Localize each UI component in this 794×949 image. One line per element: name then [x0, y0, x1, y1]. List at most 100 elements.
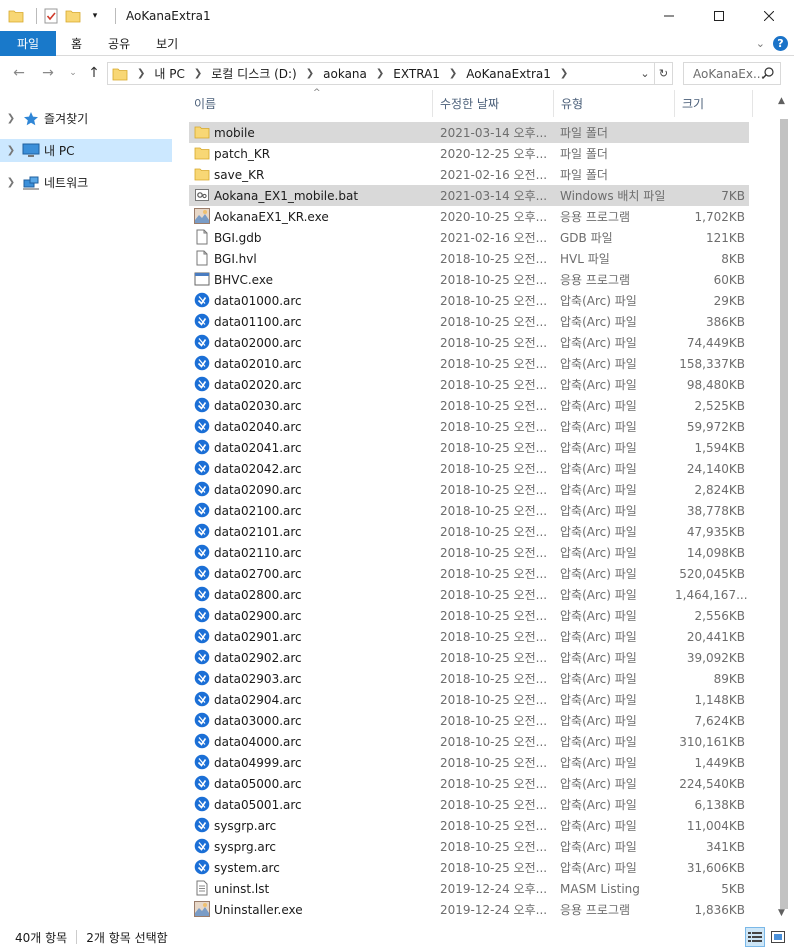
folder-row[interactable]: mobile 2021-03-14 오후... 파일 폴더 [189, 122, 749, 143]
back-arrow-icon[interactable]: ← [8, 62, 30, 84]
minimize-button[interactable] [644, 0, 694, 31]
details-view-icon[interactable] [745, 927, 765, 947]
breadcrumb-aokana[interactable]: aokana [323, 67, 367, 81]
star-icon [22, 111, 40, 127]
file-row[interactable]: data02900.arc 2018-10-25 오전... 압축(Arc) 파일 2… [189, 605, 749, 626]
file-row[interactable]: AokanaEX1_KR.exe 2020-10-25 오후... 응용 프로그램 1… [189, 206, 749, 227]
expand-ribbon-icon[interactable]: ⌄ [756, 37, 765, 50]
chevron-right-icon[interactable]: ❯ [449, 68, 457, 79]
file-type: 압축(Arc) 파일 [560, 462, 637, 476]
folder-row[interactable]: save_KR 2021-02-16 오전... 파일 폴더 [189, 164, 749, 185]
column-header-date[interactable]: 수정한 날짜 [433, 90, 554, 117]
breadcrumb-current[interactable]: AoKanaExtra1 [466, 67, 551, 81]
file-row[interactable]: sysprg.arc 2018-10-25 오전... 압축(Arc) 파일 341K… [189, 836, 749, 857]
file-row[interactable]: data04000.arc 2018-10-25 오전... 압축(Arc) 파일 3… [189, 731, 749, 752]
file-date: 2018-10-25 오전... [440, 735, 548, 749]
file-row[interactable]: data02700.arc 2018-10-25 오전... 압축(Arc) 파일 5… [189, 563, 749, 584]
file-row[interactable]: data02100.arc 2018-10-25 오전... 압축(Arc) 파일 3… [189, 500, 749, 521]
folder-row[interactable]: patch_KR 2020-12-25 오후... 파일 폴더 [189, 143, 749, 164]
column-header-name[interactable]: 이름 ^ [187, 88, 433, 117]
file-type: 응용 프로그램 [560, 903, 631, 917]
properties-check-icon[interactable] [43, 8, 59, 24]
file-row[interactable]: system.arc 2018-10-25 오전... 압축(Arc) 파일 31,6… [189, 857, 749, 878]
file-row[interactable]: Uninstaller.exe 2019-12-24 오후... 응용 프로그램 1,… [189, 899, 749, 920]
large-icons-view-icon[interactable] [768, 927, 788, 947]
file-row[interactable]: data02110.arc 2018-10-25 오전... 압축(Arc) 파일 1… [189, 542, 749, 563]
file-row[interactable]: BHVC.exe 2018-10-25 오전... 응용 프로그램 60KB [189, 269, 749, 290]
file-row[interactable]: data02902.arc 2018-10-25 오전... 압축(Arc) 파일 3… [189, 647, 749, 668]
file-row[interactable]: BGI.hvl 2018-10-25 오전... HVL 파일 8KB [189, 248, 749, 269]
scroll-thumb[interactable] [780, 119, 788, 909]
file-row[interactable]: data02020.arc 2018-10-25 오전... 압축(Arc) 파일 9… [189, 374, 749, 395]
file-row[interactable]: Aokana_EX1_mobile.bat 2021-03-14 오후... Win… [189, 185, 749, 206]
nav-item-network[interactable]: ❯ 네트워크 [0, 171, 172, 194]
file-row[interactable]: data02000.arc 2018-10-25 오전... 압축(Arc) 파일 7… [189, 332, 749, 353]
chevron-right-icon[interactable]: ❯ [194, 68, 202, 79]
vertical-scrollbar[interactable]: ▲ ▼ [775, 90, 792, 922]
divider [36, 7, 37, 24]
breadcrumb-extra1[interactable]: EXTRA1 [393, 67, 440, 81]
file-row[interactable]: data02101.arc 2018-10-25 오전... 압축(Arc) 파일 4… [189, 521, 749, 542]
file-row[interactable]: data05000.arc 2018-10-25 오전... 압축(Arc) 파일 2… [189, 773, 749, 794]
file-size: 59,972KB [686, 419, 745, 434]
tab-home[interactable]: 홈 [58, 31, 95, 56]
column-header-size[interactable]: 크기 [675, 90, 753, 117]
chevron-right-icon[interactable]: ❯ [376, 68, 384, 79]
customize-dropdown-icon[interactable]: ▾ [87, 8, 103, 24]
nav-item-label: 네트워크 [44, 176, 89, 190]
file-row[interactable]: data02904.arc 2018-10-25 오전... 압축(Arc) 파일 1… [189, 689, 749, 710]
new-folder-icon[interactable] [65, 8, 81, 24]
file-row[interactable]: data02903.arc 2018-10-25 오전... 압축(Arc) 파일 8… [189, 668, 749, 689]
close-button[interactable] [744, 0, 794, 31]
breadcrumb-pc[interactable]: 내 PC [154, 65, 184, 82]
file-row[interactable]: data01100.arc 2018-10-25 오전... 압축(Arc) 파일 3… [189, 311, 749, 332]
search-box[interactable]: AoKanaEx... [683, 62, 781, 85]
tab-view[interactable]: 보기 [143, 31, 191, 56]
chevron-right-icon[interactable]: ❯ [306, 68, 314, 79]
file-row[interactable]: data02042.arc 2018-10-25 오전... 압축(Arc) 파일 2… [189, 458, 749, 479]
breadcrumb-drive[interactable]: 로컬 디스크 (D:) [211, 65, 296, 82]
file-row[interactable]: data04999.arc 2018-10-25 오전... 압축(Arc) 파일 1… [189, 752, 749, 773]
blank-file-icon [194, 229, 210, 245]
maximize-button[interactable] [694, 0, 744, 31]
address-dropdown-icon[interactable]: ⌄ [636, 63, 654, 84]
file-row[interactable]: data05001.arc 2018-10-25 오전... 압축(Arc) 파일 6… [189, 794, 749, 815]
file-row[interactable]: BGI.gdb 2021-02-16 오전... GDB 파일 121KB [189, 227, 749, 248]
file-row[interactable]: data02040.arc 2018-10-25 오전... 압축(Arc) 파일 5… [189, 416, 749, 437]
divider [115, 7, 116, 24]
folder-icon[interactable] [8, 8, 24, 24]
up-arrow-icon[interactable]: ↑ [83, 62, 105, 84]
file-row[interactable]: data02901.arc 2018-10-25 오전... 압축(Arc) 파일 2… [189, 626, 749, 647]
file-row[interactable]: data02041.arc 2018-10-25 오전... 압축(Arc) 파일 1… [189, 437, 749, 458]
search-icon[interactable] [761, 66, 775, 83]
arc-icon [194, 607, 210, 623]
file-type: 압축(Arc) 파일 [560, 588, 637, 602]
scroll-up-icon[interactable]: ▲ [778, 96, 785, 106]
chevron-right-icon[interactable]: ❯ [0, 177, 22, 188]
chevron-right-icon[interactable]: ❯ [0, 145, 22, 156]
help-icon[interactable]: ? [773, 36, 788, 51]
file-row[interactable]: data03000.arc 2018-10-25 오전... 압축(Arc) 파일 7… [189, 710, 749, 731]
file-row[interactable]: uninst.lst 2019-12-24 오후... MASM Listing 5K… [189, 878, 749, 899]
file-row[interactable]: data02030.arc 2018-10-25 오전... 압축(Arc) 파일 2… [189, 395, 749, 416]
file-name: BGI.hvl [214, 251, 257, 266]
tab-share[interactable]: 공유 [95, 31, 143, 56]
column-header-type[interactable]: 유형 [554, 90, 675, 117]
file-type: 압축(Arc) 파일 [560, 336, 637, 350]
scroll-down-icon[interactable]: ▼ [778, 908, 785, 918]
chevron-right-icon[interactable]: ❯ [0, 113, 22, 124]
refresh-icon[interactable]: ↻ [654, 63, 672, 84]
file-row[interactable]: data02010.arc 2018-10-25 오전... 압축(Arc) 파일 1… [189, 353, 749, 374]
address-bar[interactable]: ❯ 내 PC ❯ 로컬 디스크 (D:) ❯ aokana ❯ EXTRA1 ❯… [107, 62, 673, 85]
tab-file[interactable]: 파일 [0, 30, 56, 56]
nav-item-this-pc[interactable]: ❯ 내 PC [0, 139, 172, 162]
chevron-right-icon[interactable]: ❯ [560, 68, 568, 79]
file-row[interactable]: data02800.arc 2018-10-25 오전... 압축(Arc) 파일 1… [189, 584, 749, 605]
file-size: 2,525KB [694, 398, 745, 413]
forward-arrow-icon[interactable]: → [37, 62, 59, 84]
file-row[interactable]: sysgrp.arc 2018-10-25 오전... 압축(Arc) 파일 11,0… [189, 815, 749, 836]
file-row[interactable]: data02090.arc 2018-10-25 오전... 압축(Arc) 파일 2… [189, 479, 749, 500]
nav-item-favorites[interactable]: ❯ 즐겨찾기 [0, 107, 172, 130]
file-row[interactable]: data01000.arc 2018-10-25 오전... 압축(Arc) 파일 2… [189, 290, 749, 311]
recent-locations-icon[interactable]: ⌄ [62, 62, 84, 84]
